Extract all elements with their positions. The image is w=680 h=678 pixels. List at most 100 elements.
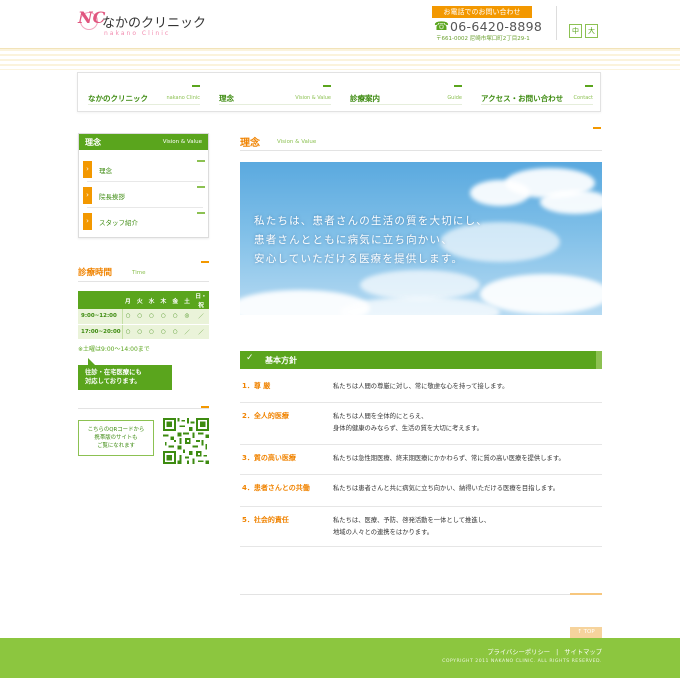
sidebar-menu-title: 理念	[85, 138, 101, 147]
chevron-right-icon: ›	[83, 187, 92, 204]
nav-item-home[interactable]: なかのクリニック nakano Clinic	[78, 73, 208, 111]
hours-title-en: Time	[132, 270, 146, 276]
status-cell: ○	[157, 309, 170, 325]
homecare-line: 往診・在宅医療にも	[85, 369, 142, 376]
sidebar-item-label: 院長挨拶	[99, 193, 125, 201]
nav-marker	[585, 85, 593, 87]
policy-header: ✓ 基本方針	[240, 351, 602, 369]
status-cell: ○	[122, 324, 134, 340]
hours-header-row: 月 火 水 木 金 土 日・祝	[78, 291, 209, 309]
nav-underline	[350, 104, 462, 105]
tel-label: お電話でのお問い合わせ	[432, 6, 532, 18]
status-cell: ○	[122, 309, 134, 325]
nav-label-en: Guide	[447, 95, 462, 101]
qr-caption-line: 携帯版のサイトも	[94, 435, 138, 441]
status-cell: ／	[193, 324, 209, 340]
status-cell: ／	[193, 309, 209, 325]
policy-description: 私たちは、医療、予防、啓発活動を一体として推進し、 地域の人々との連携をはかりま…	[333, 515, 490, 539]
policy-row: 1．尊 厳 私たちは人間の尊厳に対し、常に敬虔な心を持って接します。	[240, 373, 602, 403]
divider	[78, 281, 209, 282]
day-header: 木	[157, 291, 170, 309]
qr-caption-line: ご覧になれます	[97, 443, 135, 449]
cloud-shape	[360, 270, 480, 300]
sitemap-link[interactable]: サイトマップ	[564, 649, 602, 656]
nav-label-en: Vision & Value	[295, 95, 331, 101]
section-marker	[593, 127, 601, 129]
hours-note: ※土曜は9:00～14:00まで	[78, 346, 150, 353]
divider	[240, 594, 602, 595]
day-header: 火	[133, 291, 146, 309]
status-cell: ○	[133, 324, 146, 340]
hours-table: 月 火 水 木 金 土 日・祝 9:00~12:00 ○ ○ ○ ○ ○ ◎ ／…	[78, 291, 209, 340]
table-row: 17:00~20:00 ○ ○ ○ ○ ○ ／ ／	[78, 324, 209, 340]
sidebar-item-label: スタッフ紹介	[99, 219, 138, 227]
clinic-name: なかのクリニック	[102, 16, 207, 31]
sidebar-menu-header: 理念 Vision & Value	[79, 134, 208, 150]
qr-caption: こちらのQRコードから 携帯版のサイトも ご覧になれます	[78, 420, 154, 456]
clinic-sub: nakano Clinic	[104, 30, 171, 37]
hours-header-blank	[78, 291, 122, 309]
cloud-shape	[540, 190, 602, 214]
policy-description: 私たちは人間の尊厳に対し、常に敬虔な心を持って接します。	[333, 381, 508, 393]
homecare-line: 対応しております。	[85, 378, 141, 385]
hero-message: 私たちは、患者さんの生活の質を大切にし、 患者さんとともに病気に立ち向かい、 安…	[254, 212, 488, 269]
qr-code	[163, 418, 209, 464]
sidebar-item-vision[interactable]: › 理念	[83, 158, 207, 182]
policy-row: 3．質の高い医療 私たちは急性期医療、終末期医療にかかわらず、常に質の高い医療を…	[240, 445, 602, 475]
day-header: 日・祝	[193, 291, 209, 309]
policy-name: 5．社会的責任	[242, 516, 289, 524]
day-header: 土	[181, 291, 193, 309]
nav-underline	[219, 104, 331, 105]
cloud-shape	[340, 297, 500, 315]
nav-marker	[323, 85, 331, 87]
status-cell: ○	[157, 324, 170, 340]
phone-icon: ☎	[434, 19, 449, 33]
divider	[78, 408, 209, 409]
chevron-right-icon: ›	[83, 213, 92, 230]
status-cell: ◎	[181, 309, 193, 325]
back-to-top-button[interactable]: ↑ TOP	[570, 627, 602, 638]
check-icon: ✓	[246, 353, 254, 363]
hero-line: 患者さんとともに病気に立ち向かい、	[254, 234, 453, 246]
policy-desc-line: 私たちは急性期医療、終末期医療にかかわらず、常に質の高い医療を提供します。	[333, 455, 565, 462]
hours-title: 診療時間	[78, 268, 113, 278]
policy-desc-line: 私たちは人間の尊厳に対し、常に敬虔な心を持って接します。	[333, 383, 509, 390]
font-size-medium-button[interactable]: 中	[569, 24, 582, 38]
policy-desc-line: 地域の人々との連携をはかります。	[333, 529, 434, 536]
policy-description: 私たちは人間を全体的にとらえ、 身体的健康のみならず、生活の質を大切に考えます。	[333, 411, 483, 435]
nav-item-guide[interactable]: 診療案内 Guide	[340, 73, 470, 111]
footer-separator: |	[556, 649, 559, 656]
time-cell: 17:00~20:00	[78, 324, 123, 340]
chevron-right-icon: ›	[83, 161, 92, 178]
nav-label: アクセス・お問い合わせ	[481, 94, 564, 103]
address: 〒661-0002 尼崎市塚口町2丁目29-1	[436, 36, 530, 42]
sidebar-item-staff[interactable]: › スタッフ紹介	[83, 210, 207, 234]
hero-line: 私たちは、患者さんの生活の質を大切にし、	[254, 215, 488, 227]
nav-item-vision[interactable]: 理念 Vision & Value	[209, 73, 339, 111]
policy-desc-line: 身体的健康のみならず、生活の質を大切に考えます。	[333, 425, 483, 432]
policy-name: 3．質の高い医療	[242, 454, 296, 462]
status-cell: ／	[181, 324, 193, 340]
sidebar-menu: 理念 Vision & Value › 理念 › 院長挨拶 › スタッフ紹介	[78, 133, 209, 238]
sidebar-item-greeting[interactable]: › 院長挨拶	[83, 184, 207, 208]
policy-title: 基本方針	[265, 356, 297, 365]
status-cell: ○	[145, 309, 158, 325]
divider	[87, 181, 203, 182]
nav-marker	[454, 85, 462, 87]
global-nav: なかのクリニック nakano Clinic 理念 Vision & Value…	[77, 72, 601, 112]
section-marker	[201, 261, 209, 263]
sidebar-item-marker	[197, 212, 205, 214]
nav-underline	[481, 104, 593, 105]
nav-label-en: nakano Clinic	[166, 95, 201, 101]
nav-marker	[192, 85, 200, 87]
privacy-policy-link[interactable]: プライバシーポリシー	[487, 649, 550, 656]
font-size-large-button[interactable]: 大	[585, 24, 598, 38]
nav-item-contact[interactable]: アクセス・お問い合わせ Contact	[471, 73, 601, 111]
tel-number[interactable]: 06-6420-8898	[450, 19, 542, 34]
status-cell: ○	[169, 324, 182, 340]
nav-underline	[88, 104, 200, 105]
header-stripes	[0, 48, 680, 70]
nav-label: なかのクリニック	[88, 94, 148, 103]
policy-row: 2．全人的医療 私たちは人間を全体的にとらえ、 身体的健康のみならず、生活の質を…	[240, 403, 602, 445]
status-cell: ○	[133, 309, 146, 325]
